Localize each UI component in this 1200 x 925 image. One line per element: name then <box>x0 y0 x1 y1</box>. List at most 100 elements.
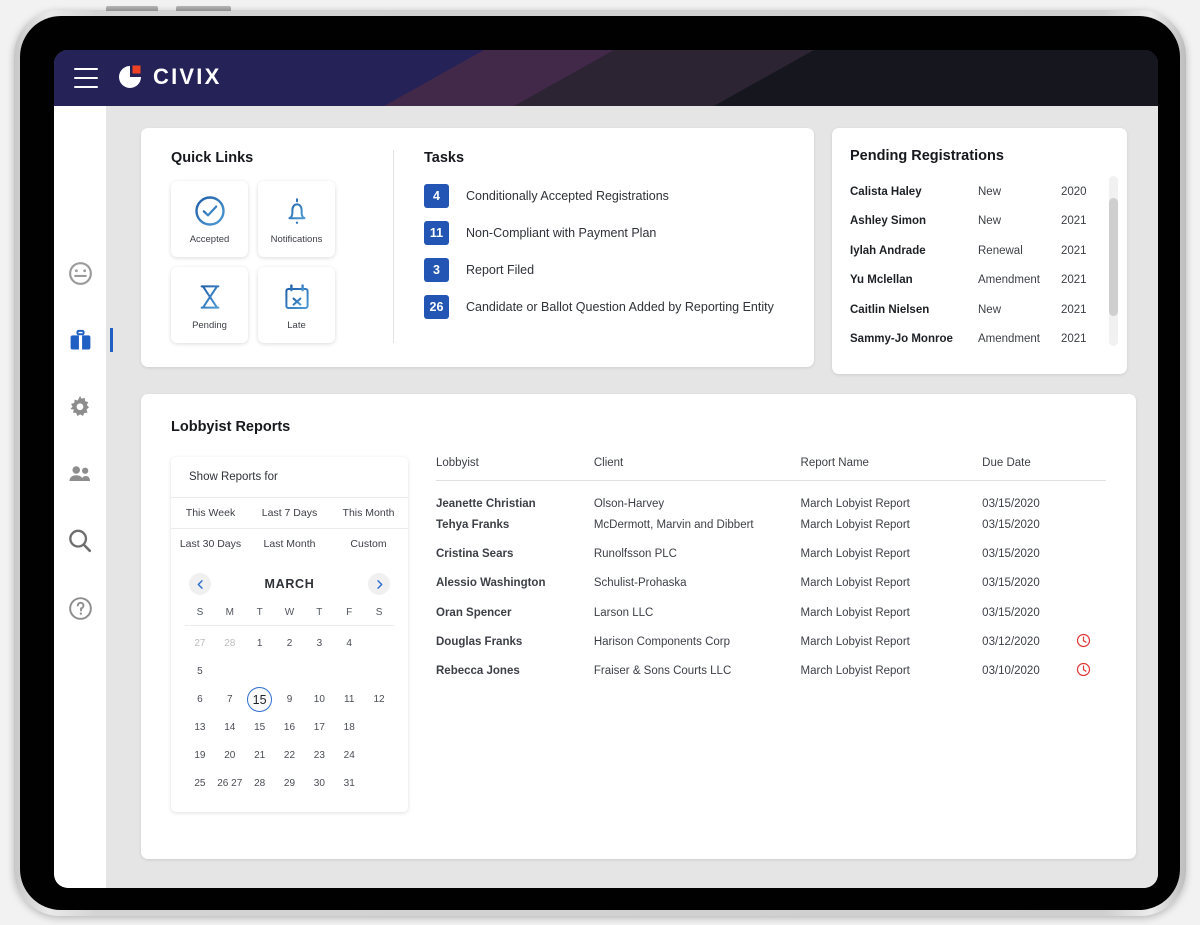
calendar-day[interactable]: 28 <box>215 633 245 654</box>
table-row[interactable]: Tehya Franks McDermott, Marvin and Dibber… <box>436 510 1106 539</box>
lobbyist-reports-card: Lobbyist Reports Show Reports for This W… <box>141 394 1136 859</box>
sidebar-item-settings[interactable] <box>63 390 97 424</box>
sidebar-item-dashboard[interactable] <box>63 256 97 290</box>
table-row[interactable]: Alessio Washington Schulist-Prohaska March… <box>436 569 1106 598</box>
column-lobbyist[interactable]: Lobbyist <box>436 457 594 481</box>
calendar-day[interactable]: 10 <box>304 689 334 710</box>
calendar-day[interactable]: 25 <box>185 773 215 794</box>
column-due-date[interactable]: Due Date <box>982 457 1077 481</box>
pending-row[interactable]: Ashley Simon New 2021 <box>850 207 1117 237</box>
cell-due-date: 03/15/2020 <box>982 606 1040 619</box>
calendar-day[interactable]: 3 <box>304 633 334 654</box>
calendar-day[interactable]: 14 <box>215 717 245 738</box>
calendar-day[interactable]: 28 <box>245 773 275 794</box>
calendar-day[interactable]: 20 <box>215 745 245 766</box>
calendar-day[interactable]: 17 <box>304 717 334 738</box>
pending-row[interactable]: Caitlin Nielsen New 2021 <box>850 295 1117 325</box>
calendar-day[interactable]: 13 <box>185 717 215 738</box>
task-row[interactable]: 26 Candidate or Ballot Question Added by… <box>424 295 790 319</box>
table-row[interactable]: Rebecca Jones Fraiser & Sons Courts LLC Ma… <box>436 656 1106 685</box>
weekday: T <box>316 607 323 618</box>
pending-year: 2021 <box>1061 333 1087 346</box>
hamburger-menu-icon[interactable] <box>74 68 98 88</box>
sidebar-item-help[interactable] <box>63 591 97 625</box>
tasks-list: 4 Conditionally Accepted Registrations 1… <box>424 184 790 319</box>
quick-link-notifications[interactable]: Notifications <box>258 181 335 257</box>
table-row[interactable]: Douglas Franks Harison Components Corp Mar… <box>436 627 1106 656</box>
quick-link-late[interactable]: Late <box>258 267 335 343</box>
calendar-day[interactable]: 7 <box>215 689 245 710</box>
task-count-badge: 4 <box>424 184 449 208</box>
calendar: MARCH S M T W T F S 27 28 1 2 3 4 5 6 7 … <box>171 573 408 794</box>
pending-row[interactable]: Iylah Andrade Renewal 2021 <box>850 236 1117 266</box>
sidebar-item-people[interactable] <box>63 457 97 491</box>
pending-year: 2021 <box>1061 244 1087 257</box>
task-label: Report Filed <box>466 263 535 277</box>
calendar-day[interactable]: 12 <box>364 689 394 710</box>
calendar-day[interactable]: 2 <box>275 633 305 654</box>
column-report-name[interactable]: Report Name <box>800 457 983 481</box>
volume-up-button[interactable] <box>106 6 158 11</box>
pending-type: Amendment <box>978 333 1041 346</box>
calendar-day[interactable]: 16 <box>275 717 305 738</box>
calendar-day[interactable]: 11 <box>334 689 364 710</box>
pending-row[interactable]: Sammy-Jo Monroe Amendment 2021 <box>850 325 1117 355</box>
calendar-prev-button[interactable] <box>189 573 211 595</box>
calendar-day[interactable]: 24 <box>334 745 364 766</box>
brand[interactable]: CIVIX <box>116 63 221 91</box>
calendar-day[interactable]: 6 <box>185 689 215 710</box>
calendar-day[interactable]: 26 27 <box>215 773 245 794</box>
filter-row-1: This Week Last 7 Days This Month <box>171 497 408 528</box>
calendar-day[interactable]: 21 <box>245 745 275 766</box>
weekday: T <box>256 607 263 618</box>
calendar-day[interactable]: 15 <box>245 717 275 738</box>
calendar-day[interactable]: 29 <box>275 773 305 794</box>
calendar-day[interactable]: 18 <box>334 717 364 738</box>
calendar-day <box>364 717 394 738</box>
pending-name: Caitlin Nielsen <box>850 303 930 316</box>
sidebar-item-search[interactable] <box>63 524 97 558</box>
calendar-day[interactable]: 19 <box>185 745 215 766</box>
filter-last-30-days[interactable]: Last 30 Days <box>171 529 250 559</box>
weekday: F <box>346 607 353 618</box>
pending-row[interactable]: Calista Haley New 2020 <box>850 177 1117 207</box>
filter-last-month[interactable]: Last Month <box>250 529 329 559</box>
column-client[interactable]: Client <box>593 457 801 481</box>
calendar-next-button[interactable] <box>368 573 390 595</box>
pending-scrollbar-thumb[interactable] <box>1109 198 1118 316</box>
calendar-day[interactable]: 30 <box>304 773 334 794</box>
table-row[interactable]: Cristina Sears Runolfsson PLC March Lobyis… <box>436 539 1106 568</box>
table-row[interactable]: Oran Spencer Larson LLC March Lobyist Repo… <box>436 598 1106 627</box>
sidebar-item-briefcase[interactable] <box>63 323 113 357</box>
filter-custom[interactable]: Custom <box>329 529 408 559</box>
chevron-right-icon <box>376 579 382 589</box>
calendar-day[interactable]: 1 <box>245 633 275 654</box>
table-row[interactable]: Jeanette Christian Olson-Harvey March Loby… <box>436 481 1106 510</box>
filter-this-month[interactable]: This Month <box>329 498 408 528</box>
quick-link-pending[interactable]: Pending <box>171 267 248 343</box>
calendar-day[interactable]: 5 <box>185 661 215 682</box>
cell-client: Runolfsson PLC <box>593 547 677 560</box>
calendar-day[interactable]: 23 <box>304 745 334 766</box>
cell-due-date: 03/15/2020 <box>982 518 1040 531</box>
task-row[interactable]: 4 Conditionally Accepted Registrations <box>424 184 790 208</box>
calendar-day[interactable]: 4 <box>334 633 364 654</box>
calendar-day[interactable]: 9 <box>275 689 305 710</box>
pending-registrations-card: Pending Registrations Calista Haley New … <box>832 128 1127 374</box>
filter-this-week[interactable]: This Week <box>171 498 250 528</box>
task-row[interactable]: 3 Report Filed <box>424 258 790 282</box>
pending-scrollbar[interactable] <box>1109 176 1118 346</box>
pending-row[interactable]: Yu Mclellan Amendment 2021 <box>850 266 1117 296</box>
calendar-day-selected[interactable]: 15 <box>245 687 275 712</box>
task-count-badge: 11 <box>424 221 449 245</box>
volume-down-button[interactable] <box>176 6 231 11</box>
calendar-day <box>304 661 334 682</box>
quick-link-accepted[interactable]: Accepted <box>171 181 248 257</box>
filter-last-7-days[interactable]: Last 7 Days <box>250 498 329 528</box>
pending-year: 2021 <box>1061 303 1087 316</box>
calendar-day[interactable]: 27 <box>185 633 215 654</box>
overdue-clock-icon <box>1077 663 1091 677</box>
task-row[interactable]: 11 Non-Compliant with Payment Plan <box>424 221 790 245</box>
calendar-day[interactable]: 31 <box>334 773 364 794</box>
calendar-day[interactable]: 22 <box>275 745 305 766</box>
